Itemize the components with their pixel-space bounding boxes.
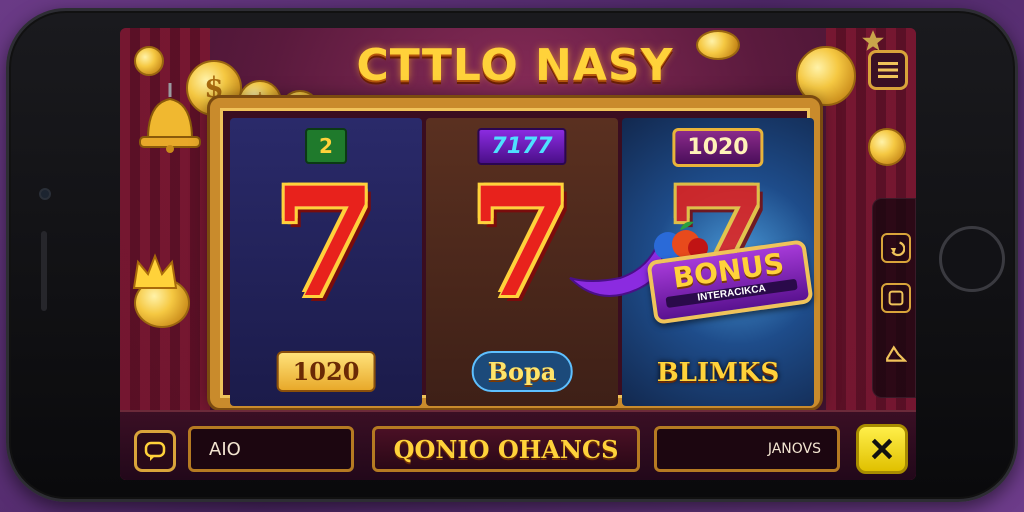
bet-field[interactable]: QONIO OHANCS <box>372 426 640 472</box>
back-icon <box>890 241 905 257</box>
coin-icon <box>696 30 740 60</box>
bottom-bar: AIO QONIO OHANCS JANOVS <box>120 410 916 480</box>
side-back-button[interactable] <box>881 233 911 263</box>
sound-icon <box>886 345 907 362</box>
square-icon <box>888 290 904 306</box>
coin-icon <box>134 46 164 76</box>
chat-icon <box>144 441 166 461</box>
coin-icon <box>868 128 906 166</box>
menu-button[interactable] <box>868 50 908 90</box>
reel-1: 2 7 1020 <box>230 118 422 406</box>
reel-bottom-label: Bopa <box>471 351 573 392</box>
balance-field: AIO <box>188 426 354 472</box>
home-button[interactable] <box>939 226 1005 292</box>
side-square-button[interactable] <box>881 283 911 313</box>
side-sound-button[interactable] <box>881 339 911 369</box>
side-panel <box>872 198 916 398</box>
crown-icon <box>132 253 178 289</box>
reel-bottom-label: 1020 <box>276 351 376 392</box>
win-field: JANOVS <box>654 426 840 472</box>
reel-bottom-label: BLIMKS <box>656 358 780 388</box>
game-screen: $ $ $ CTTLO NASY 2 7 1020 7177 7 Bopa 1 <box>120 28 916 480</box>
speaker <box>41 231 47 311</box>
close-icon <box>871 438 893 460</box>
coin-icon <box>796 46 856 106</box>
seven-symbol: 7 <box>272 155 378 331</box>
camera <box>39 188 51 200</box>
menu-icon <box>878 62 898 78</box>
chat-button[interactable] <box>134 430 176 472</box>
spin-button[interactable] <box>856 424 908 474</box>
game-title: CTTLO NASY <box>356 40 674 91</box>
